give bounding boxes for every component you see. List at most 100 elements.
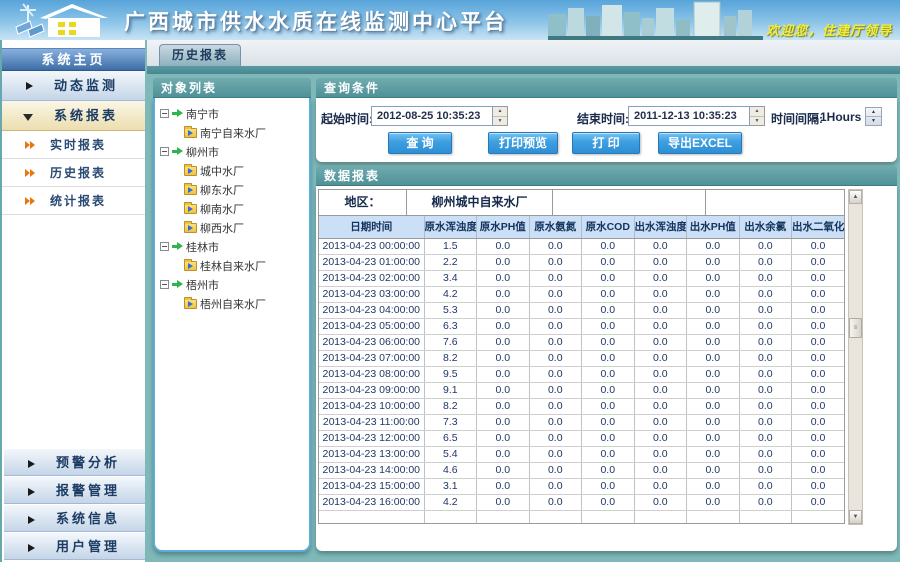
interval-value[interactable]: 1Hours xyxy=(820,110,861,124)
end-time-input[interactable]: 2011-12-13 10:35:23 xyxy=(628,106,750,126)
sidebar-subitem-label: 历史报表 xyxy=(50,166,106,180)
folder-icon xyxy=(184,223,197,233)
table-cell: 0.0 xyxy=(529,254,582,270)
scroll-up-icon[interactable]: ▲ xyxy=(849,190,862,204)
folder-icon xyxy=(184,261,197,271)
vertical-scrollbar[interactable]: ▲ ≡ ▼ xyxy=(848,189,863,525)
table-cell: 0.0 xyxy=(582,366,635,382)
table-cell: 2.2 xyxy=(424,254,477,270)
sidebar-bottom-item-1[interactable]: 报警管理 xyxy=(4,476,145,504)
query-button-0[interactable]: 查 询 xyxy=(388,132,452,154)
scrollbar-thumb[interactable]: ≡ xyxy=(849,318,862,338)
tree-node-plant[interactable]: 柳东水厂 xyxy=(157,180,307,199)
sidebar-bottom-item-0[interactable]: 预警分析 xyxy=(4,448,145,476)
tree-node-city[interactable]: 梧州市 xyxy=(157,275,307,294)
table-cell: 0.0 xyxy=(529,334,582,350)
table-cell: 0.0 xyxy=(634,478,687,494)
table-cell: 0.0 xyxy=(687,398,740,414)
triangle-right-icon xyxy=(28,544,35,552)
table-cell: 0.0 xyxy=(529,270,582,286)
table-cell: 0.0 xyxy=(582,414,635,430)
tree-node-plant[interactable]: 梧州自来水厂 xyxy=(157,294,307,313)
table-cell xyxy=(319,510,424,523)
table-cell: 0.0 xyxy=(634,414,687,430)
tree-node-plant[interactable]: 柳西水厂 xyxy=(157,218,307,237)
report-table-wrap: 地区： 柳州城中自来水厂 日期时间原水浑浊度原水PH值原水氨氮原水COD出水浑浊… xyxy=(318,189,845,524)
column-header-8: 出水二氧化氯 xyxy=(792,216,845,238)
tree-node-plant[interactable]: 桂林自来水厂 xyxy=(157,256,307,275)
table-cell: 0.0 xyxy=(687,238,740,254)
query-button-2[interactable]: 打 印 xyxy=(572,132,640,154)
tab-history-report[interactable]: 历史报表 xyxy=(159,44,241,66)
sidebar-item-dynamic-monitor[interactable]: 动态监测 xyxy=(2,71,145,101)
table-cell: 0.0 xyxy=(739,302,792,318)
spinner-up-icon[interactable]: ▲ xyxy=(750,107,764,117)
table-cell: 3.4 xyxy=(424,270,477,286)
tab-strip xyxy=(147,66,900,74)
table-cell: 0.0 xyxy=(529,398,582,414)
table-cell: 0.0 xyxy=(634,382,687,398)
collapse-minus-icon[interactable] xyxy=(160,280,169,289)
object-list-panel: 对象列表 南宁市南宁自来水厂柳州市城中水厂柳东水厂柳南水厂柳西水厂桂林市桂林自来… xyxy=(153,78,311,552)
area-empty-cell xyxy=(553,190,706,215)
table-cell: 9.1 xyxy=(424,382,477,398)
table-cell: 0.0 xyxy=(477,334,530,350)
table-cell: 0.0 xyxy=(634,254,687,270)
table-cell: 2013-04-23 14:00:00 xyxy=(319,462,424,478)
table-cell: 0.0 xyxy=(477,302,530,318)
sidebar-bottom-item-2[interactable]: 系统信息 xyxy=(4,504,145,532)
table-cell: 0.0 xyxy=(529,446,582,462)
collapse-minus-icon[interactable] xyxy=(160,109,169,118)
collapse-minus-icon[interactable] xyxy=(160,242,169,251)
table-cell: 7.6 xyxy=(424,334,477,350)
sidebar-item-system-reports[interactable]: 系统报表 xyxy=(2,101,145,131)
table-cell: 2013-04-23 00:00:00 xyxy=(319,238,424,254)
tree-node-plant[interactable]: 南宁自来水厂 xyxy=(157,123,307,142)
sidebar-item-home[interactable]: 系统主页 xyxy=(2,48,145,71)
start-time-input[interactable]: 2012-08-25 10:35:23 xyxy=(371,106,493,126)
table-cell: 2013-04-23 09:00:00 xyxy=(319,382,424,398)
query-panel-body: 起始时间: 2012-08-25 10:35:23 ▲▼ 结束时间: 2011-… xyxy=(316,98,897,162)
table-cell: 0.0 xyxy=(582,398,635,414)
table-cell: 0.0 xyxy=(477,270,530,286)
table-row: 2013-04-23 11:00:007.30.00.00.00.00.00.0… xyxy=(319,414,844,430)
spinner-up-icon[interactable]: ▲ xyxy=(493,107,507,117)
table-cell: 0.0 xyxy=(687,430,740,446)
tree-node-plant[interactable]: 城中水厂 xyxy=(157,161,307,180)
sidebar-subitem-1[interactable]: 历史报表 xyxy=(2,159,145,187)
table-cell: 0.0 xyxy=(582,382,635,398)
scroll-down-icon[interactable]: ▼ xyxy=(849,510,862,524)
table-row: 2013-04-23 12:00:006.50.00.00.00.00.00.0… xyxy=(319,430,844,446)
tree-node-city[interactable]: 柳州市 xyxy=(157,142,307,161)
table-cell: 0.0 xyxy=(687,334,740,350)
spinner-down-icon[interactable]: ▼ xyxy=(493,117,507,126)
table-cell: 2013-04-23 05:00:00 xyxy=(319,318,424,334)
triangle-right-icon xyxy=(28,516,35,524)
table-cell: 0.0 xyxy=(792,254,845,270)
table-cell xyxy=(424,510,477,523)
table-cell: 0.0 xyxy=(687,382,740,398)
table-cell: 4.6 xyxy=(424,462,477,478)
triangle-right-icon xyxy=(28,488,35,496)
collapse-minus-icon[interactable] xyxy=(160,147,169,156)
table-cell: 2013-04-23 13:00:00 xyxy=(319,446,424,462)
table-cell: 0.0 xyxy=(582,494,635,510)
spinner-up-icon[interactable]: ▲ xyxy=(866,108,881,117)
sidebar-bottom-item-3[interactable]: 用户管理 xyxy=(4,532,145,560)
table-cell xyxy=(477,510,530,523)
tree-node-city[interactable]: 南宁市 xyxy=(157,104,307,123)
query-button-3[interactable]: 导出EXCEL xyxy=(658,132,742,154)
table-cell: 2013-04-23 15:00:00 xyxy=(319,478,424,494)
spinner-down-icon[interactable]: ▼ xyxy=(866,117,881,125)
sidebar-item-label: 系统信息 xyxy=(56,511,120,526)
sidebar-subitem-2[interactable]: 统计报表 xyxy=(2,187,145,215)
table-row-empty xyxy=(319,510,844,523)
tree-node-plant[interactable]: 柳南水厂 xyxy=(157,199,307,218)
folder-icon xyxy=(184,128,197,138)
sidebar-subitem-0[interactable]: 实时报表 xyxy=(2,131,145,159)
spinner-down-icon[interactable]: ▼ xyxy=(750,117,764,126)
tree-plant-label: 南宁自来水厂 xyxy=(200,125,266,141)
triangle-right-icon xyxy=(28,460,35,468)
query-button-1[interactable]: 打印预览 xyxy=(488,132,558,154)
tree-node-city[interactable]: 桂林市 xyxy=(157,237,307,256)
